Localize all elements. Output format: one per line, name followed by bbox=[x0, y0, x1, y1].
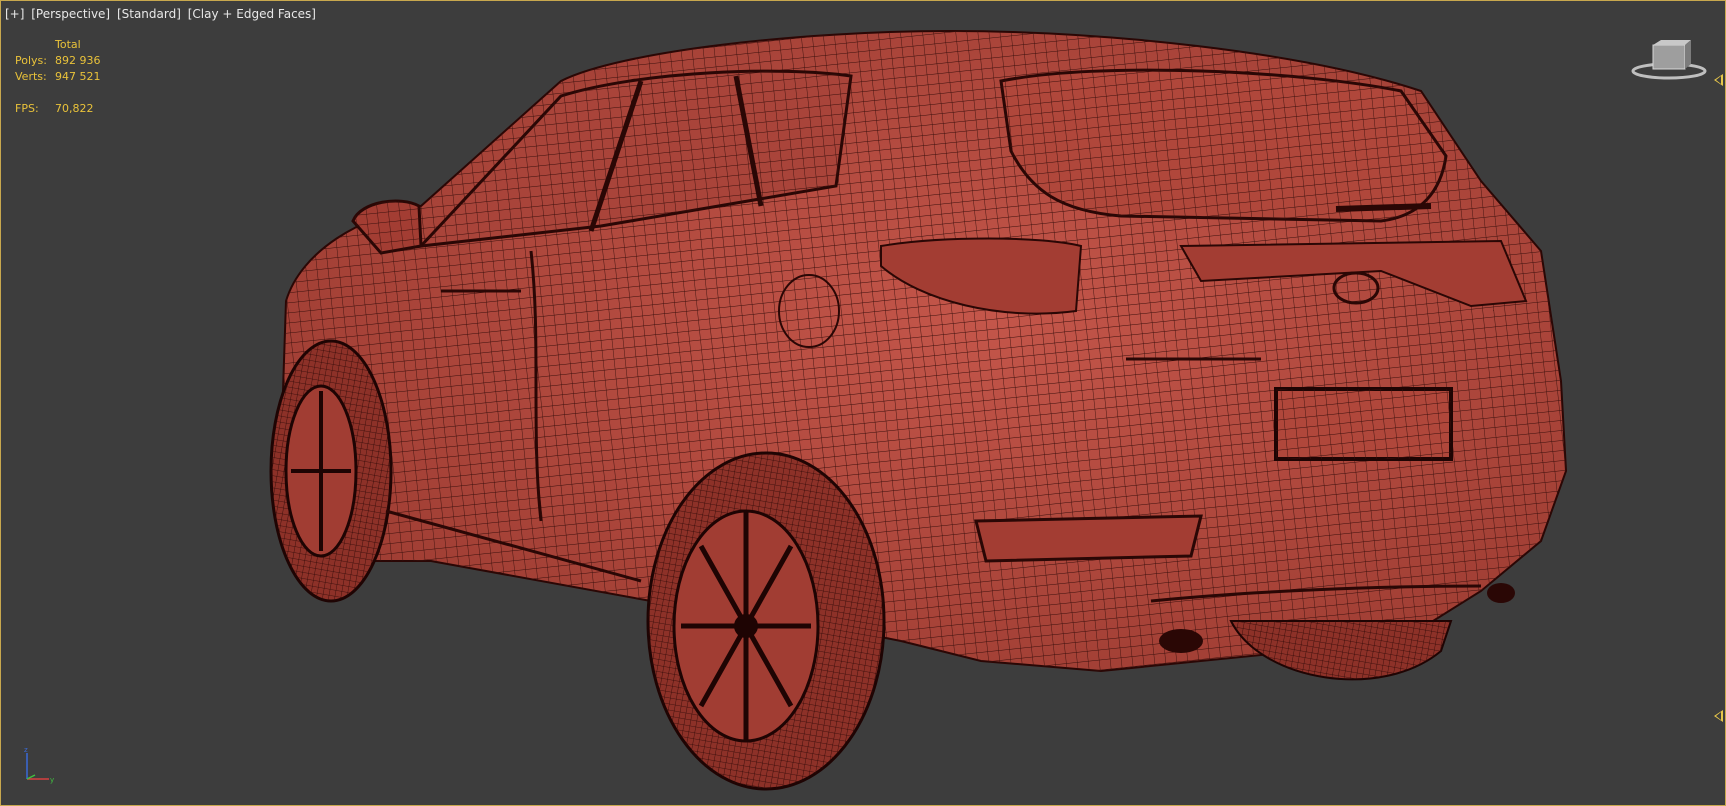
fps-value: 70,822 bbox=[55, 102, 94, 115]
viewcube-icon[interactable] bbox=[1631, 37, 1711, 85]
car-wireframe-model[interactable] bbox=[1, 1, 1725, 805]
viewport-edge-marker-bottom bbox=[1714, 710, 1723, 722]
viewport-view-menu[interactable]: [Perspective] bbox=[31, 7, 110, 21]
viewport-standard-menu[interactable]: [Standard] bbox=[117, 7, 181, 21]
statistics-overlay: Total Polys: 892 936 Verts: 947 521 FPS: 70… bbox=[15, 37, 135, 117]
front-left-wheel bbox=[269, 339, 393, 603]
viewport-plus-menu[interactable]: [+] bbox=[5, 7, 24, 21]
rear-window bbox=[999, 68, 1448, 223]
fps-label: FPS: bbox=[15, 102, 39, 115]
stats-header: Total bbox=[55, 38, 81, 51]
verts-label: Verts: bbox=[15, 70, 47, 83]
svg-text:y: y bbox=[50, 776, 54, 784]
polys-label: Polys: bbox=[15, 54, 47, 67]
svg-text:z: z bbox=[24, 746, 28, 754]
rear-left-wheel bbox=[646, 451, 886, 791]
viewport-label-menu[interactable]: [+] [Perspective] [Standard] [Clay + Edg… bbox=[5, 7, 319, 21]
axis-tripod-icon: z y bbox=[24, 746, 54, 784]
perspective-viewport[interactable]: [+] [Perspective] [Standard] [Clay + Edg… bbox=[0, 0, 1726, 806]
rear-right-wheel bbox=[1229, 620, 1453, 681]
viewport-edge-marker-top bbox=[1714, 74, 1723, 86]
viewport-shading-menu[interactable]: [Clay + Edged Faces] bbox=[188, 7, 316, 21]
polys-value: 892 936 bbox=[55, 54, 101, 67]
verts-value: 947 521 bbox=[55, 70, 101, 83]
